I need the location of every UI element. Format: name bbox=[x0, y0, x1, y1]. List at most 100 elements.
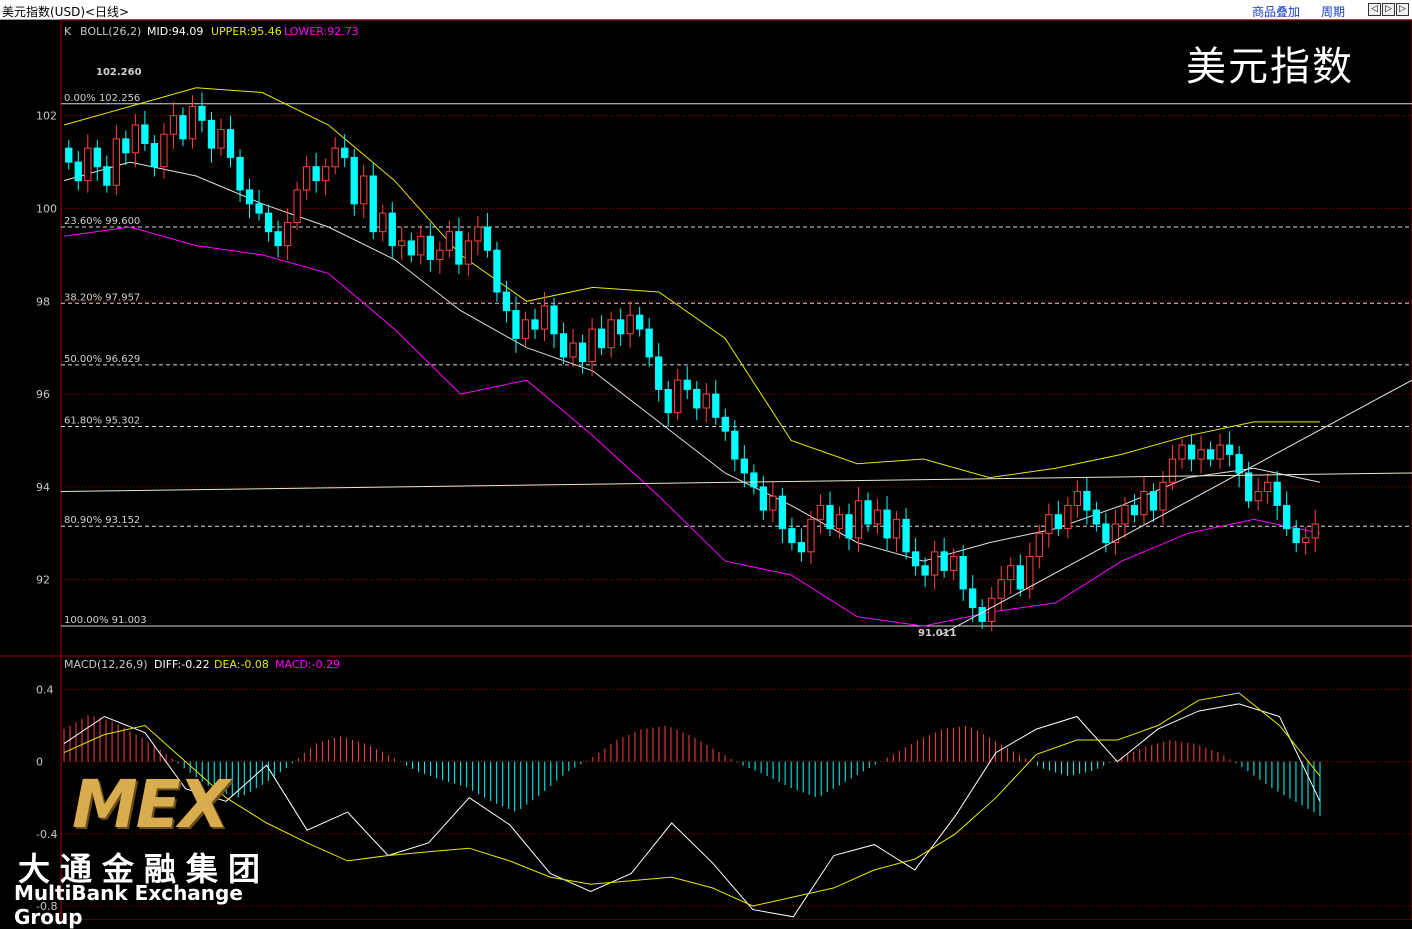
fib-label: 23.60% 99.600 bbox=[64, 216, 140, 227]
candle-body bbox=[902, 518, 910, 553]
price-tick-label: 96 bbox=[36, 388, 50, 401]
boll-mid-value: MID:94.09 bbox=[147, 25, 203, 38]
candle-body bbox=[911, 551, 920, 567]
candle-body bbox=[750, 472, 758, 488]
candle-body bbox=[483, 226, 492, 251]
candle-body bbox=[1216, 444, 1224, 460]
boll-label: BOLL(26,2) bbox=[80, 25, 141, 38]
candle-body bbox=[740, 458, 748, 474]
candle-body bbox=[816, 504, 825, 520]
candle-body bbox=[1178, 444, 1186, 460]
price-tick-label: 92 bbox=[36, 574, 50, 587]
candle-body bbox=[826, 504, 834, 530]
candle-body bbox=[854, 500, 863, 539]
candle-body bbox=[369, 175, 377, 233]
candle-body bbox=[341, 147, 349, 158]
candle-body bbox=[636, 314, 644, 330]
candle-body bbox=[1244, 472, 1253, 502]
candle-body bbox=[969, 588, 977, 609]
candle-body bbox=[1026, 555, 1034, 590]
candle-body bbox=[988, 597, 996, 622]
candle-body bbox=[74, 161, 82, 182]
boll-mid-line bbox=[63, 161, 1321, 562]
candle-body bbox=[1045, 514, 1053, 534]
fib-label: 50.00% 96.629 bbox=[64, 354, 140, 365]
macd-value: MACD:-0.29 bbox=[275, 658, 340, 671]
candle-body bbox=[759, 486, 768, 511]
candle-body bbox=[883, 509, 891, 539]
fib-label: 100.00% 91.003 bbox=[64, 615, 147, 626]
candle-body bbox=[1073, 491, 1082, 506]
candle-body bbox=[445, 231, 454, 251]
candle-body bbox=[1273, 481, 1281, 506]
brand-logo: MEX 大通金融集团 MultiBank Exchange Group bbox=[12, 762, 312, 929]
candle-body bbox=[264, 212, 273, 233]
candle-body bbox=[236, 156, 244, 191]
candle-body bbox=[578, 342, 587, 363]
candle-body bbox=[255, 203, 263, 214]
price-tick-label: 100 bbox=[36, 202, 57, 215]
candle-body bbox=[721, 416, 729, 432]
candle-body bbox=[350, 156, 358, 205]
candle-body bbox=[540, 305, 549, 330]
candle-body bbox=[1225, 444, 1234, 455]
candle-body bbox=[569, 342, 577, 358]
candle-body bbox=[93, 147, 101, 168]
candle-body bbox=[1187, 444, 1196, 460]
k-label: K bbox=[64, 25, 72, 38]
candle-body bbox=[531, 319, 539, 330]
fib-label: 0.00% 102.256 bbox=[64, 93, 140, 104]
support-trendline bbox=[939, 379, 1412, 636]
candle-body bbox=[597, 328, 606, 349]
boll-lower-value: LOWER:92.73 bbox=[284, 25, 359, 38]
candle-body bbox=[588, 328, 596, 363]
candle-body bbox=[245, 189, 254, 205]
macd-dea-value: DEA:-0.08 bbox=[214, 658, 269, 671]
boll-upper-value: UPPER:95.46 bbox=[211, 25, 282, 38]
candle-body bbox=[360, 175, 368, 205]
candle-body bbox=[1264, 481, 1272, 493]
candle-body bbox=[1007, 565, 1015, 581]
candle-body bbox=[616, 319, 625, 335]
trendlines bbox=[60, 379, 1412, 636]
candle-body bbox=[283, 221, 292, 247]
candle-body bbox=[226, 129, 235, 158]
candle-body bbox=[274, 231, 282, 247]
candle-body bbox=[84, 147, 92, 182]
candle-body bbox=[1283, 504, 1291, 530]
candle-body bbox=[122, 138, 130, 154]
low-marker: 91.011 bbox=[918, 628, 957, 639]
fib-label: 61.80% 95.302 bbox=[64, 415, 140, 426]
fib-levels: 0.00% 102.256 23.60% 99.600 38.20% 97.957 5… bbox=[61, 93, 1412, 627]
candle-body bbox=[1235, 453, 1243, 474]
candle-body bbox=[493, 249, 501, 293]
candle-body bbox=[1130, 504, 1139, 516]
candle-body bbox=[731, 430, 739, 460]
candle-body bbox=[864, 500, 872, 525]
high-marker: 102.260 bbox=[96, 67, 142, 78]
price-tick-label: 102 bbox=[36, 110, 57, 123]
price-grid bbox=[61, 115, 1412, 581]
candle-body bbox=[417, 235, 425, 256]
price-tick-label: 98 bbox=[36, 295, 50, 308]
candle-body bbox=[474, 226, 482, 242]
candle-body bbox=[683, 379, 691, 390]
candle-body bbox=[131, 124, 140, 154]
candle-body bbox=[1054, 514, 1062, 530]
candle-body bbox=[550, 305, 558, 335]
candle-body bbox=[1149, 491, 1158, 511]
candle-body bbox=[950, 555, 958, 571]
candle-body bbox=[502, 291, 511, 312]
macd-tick-label: 0.4 bbox=[36, 683, 54, 696]
candle-body bbox=[302, 166, 311, 191]
candle-body bbox=[1168, 458, 1177, 483]
bollinger-bands bbox=[63, 87, 1321, 627]
candle-body bbox=[807, 518, 815, 553]
candle-body bbox=[217, 129, 225, 149]
candle-body bbox=[693, 388, 701, 409]
logo-english: MultiBank Exchange Group bbox=[14, 881, 243, 929]
candle-body bbox=[150, 143, 159, 168]
candle-body bbox=[1102, 523, 1110, 544]
fib-label: 80.90% 93.152 bbox=[64, 515, 140, 526]
candle-body bbox=[1197, 449, 1205, 460]
